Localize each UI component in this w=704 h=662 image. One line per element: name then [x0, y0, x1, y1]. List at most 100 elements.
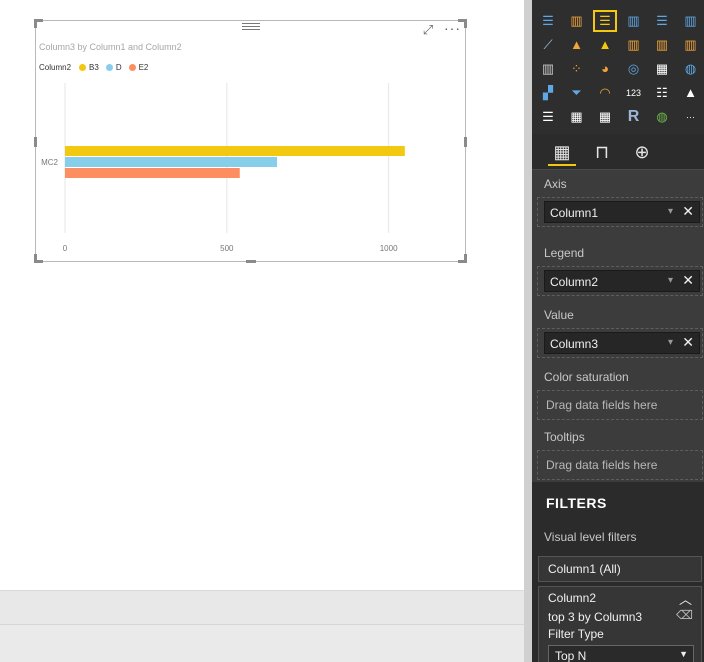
viz-glyph: ▲	[570, 37, 583, 52]
color-saturation-well[interactable]: Drag data fields here	[537, 390, 703, 420]
matrix-icon[interactable]: ▦	[595, 108, 615, 126]
clustered-bar-chart-icon[interactable]: ☰	[593, 10, 617, 32]
legend-item-e2[interactable]: E2	[128, 63, 148, 72]
value-field-label: Column3	[550, 337, 599, 351]
collapse-icon[interactable]: ︿	[679, 589, 692, 608]
pie-chart-icon[interactable]: ◕	[595, 60, 615, 78]
legend-item-d[interactable]: D	[105, 63, 122, 72]
filter-card-label: Column1 (All)	[548, 562, 621, 576]
viz-glyph: ⁘	[571, 61, 582, 76]
map-icon[interactable]: ◍	[681, 60, 701, 78]
viz-glyph: ···	[686, 112, 695, 122]
chevron-down-icon[interactable]: ▾	[668, 275, 673, 286]
line-and-stacked-column-chart-icon[interactable]: ▥	[624, 36, 644, 54]
viz-glyph: ▦	[598, 109, 612, 124]
chevron-down-icon[interactable]: ▾	[668, 337, 673, 348]
value-field-pill[interactable]: Column3 ▾ ✕	[544, 332, 700, 354]
r-visual-icon[interactable]: R	[624, 108, 644, 126]
value-well[interactable]: Column3 ▾ ✕	[537, 328, 703, 358]
clustered-bar-chart-visual[interactable]: ⤢ ··· Column3 by Column1 and Column2 Col…	[34, 19, 467, 263]
globe-icon[interactable]: ◍	[652, 108, 672, 126]
slicer-icon[interactable]: ☰	[538, 108, 558, 126]
legend-item-b3[interactable]: B3	[79, 63, 99, 72]
funnel-icon[interactable]: ⏷	[567, 84, 587, 102]
line-and-clustered-column-chart-icon[interactable]: ▥	[652, 36, 672, 54]
legend-label: B3	[89, 63, 99, 72]
format-paint-roller-icon[interactable]: ⊓	[588, 138, 616, 166]
stacked-bar-chart-icon[interactable]: ☰	[538, 12, 558, 30]
ribbon-chart-icon[interactable]: ▥	[681, 36, 701, 54]
tooltips-well-label: Tooltips	[544, 430, 585, 444]
viz-glyph: ▥	[570, 13, 583, 28]
gauge-icon[interactable]: ◠	[595, 84, 615, 102]
viz-glyph: ☰	[599, 13, 611, 28]
resize-handle-top-left[interactable]	[34, 19, 43, 28]
viz-glyph: R	[627, 108, 640, 125]
100-stacked-bar-chart-icon[interactable]: ☰	[652, 12, 672, 30]
more-visuals-icon[interactable]: ···	[681, 108, 701, 126]
filter-type-select[interactable]: Top N ▼	[548, 645, 694, 662]
filters-title: FILTERS	[546, 495, 607, 511]
status-bar	[0, 624, 524, 662]
remove-icon[interactable]: ✕	[682, 334, 694, 351]
focus-mode-icon[interactable]: ⤢	[421, 23, 435, 37]
more-options-icon[interactable]: ···	[444, 21, 462, 35]
remove-icon[interactable]: ✕	[682, 272, 694, 289]
stacked-column-chart-icon[interactable]: ▥	[567, 12, 587, 30]
viz-glyph: ☰	[542, 13, 554, 28]
report-canvas: ⤢ ··· Column3 by Column1 and Column2 Col…	[0, 0, 524, 590]
100-stacked-column-chart-icon[interactable]: ▥	[681, 12, 701, 30]
donut-chart-icon[interactable]: ◎	[624, 60, 644, 78]
drop-zone-placeholder: Drag data fields here	[546, 458, 658, 472]
line-chart-icon[interactable]: ⟋	[538, 36, 558, 54]
drag-handle-icon[interactable]	[242, 23, 260, 33]
multi-row-card-icon[interactable]: ☷	[652, 84, 672, 102]
viz-glyph: ☷	[656, 85, 668, 100]
clear-filter-eraser-icon[interactable]: ⌫	[676, 608, 693, 622]
table-icon[interactable]: ▦	[567, 108, 587, 126]
canvas-scrollbar[interactable]	[524, 0, 532, 662]
treemap-icon[interactable]: ▦	[652, 60, 672, 78]
legend-label: D	[115, 63, 122, 72]
y-category-label: MC2	[41, 158, 58, 167]
kpi-icon[interactable]: ▲	[681, 84, 701, 102]
filter-card-label: Column2	[548, 591, 597, 605]
bar-e2	[65, 168, 240, 178]
waterfall-chart-icon[interactable]: ▥	[538, 60, 558, 78]
viz-glyph: ⏷	[571, 85, 582, 100]
visual-level-filters-label: Visual level filters	[544, 530, 637, 544]
legend-well[interactable]: Column2 ▾ ✕	[537, 266, 703, 296]
filled-map-icon[interactable]: ▞	[538, 84, 558, 102]
filter-card-column2[interactable]: Column2 ︿ top 3 by Column3 ⌫ Filter Type…	[538, 586, 702, 662]
remove-icon[interactable]: ✕	[682, 203, 694, 220]
axis-field-label: Column1	[550, 206, 599, 220]
card-icon[interactable]: 123	[624, 84, 644, 102]
tooltips-well[interactable]: Drag data fields here	[537, 450, 703, 480]
legend-swatch	[79, 64, 87, 71]
stacked-area-chart-icon[interactable]: ▲	[595, 36, 615, 54]
viz-glyph: ◕	[601, 61, 609, 76]
viz-glyph: ◍	[684, 61, 697, 76]
viz-glyph: ◠	[599, 85, 611, 100]
legend-swatch	[105, 64, 113, 71]
chart-title: Column3 by Column1 and Column2	[39, 42, 182, 52]
axis-well[interactable]: Column1 ▾ ✕	[537, 197, 703, 227]
legend-title: Column2	[39, 63, 72, 72]
filter-card-column1[interactable]: Column1 (All)	[538, 556, 702, 582]
scatter-chart-icon[interactable]: ⁘	[567, 60, 587, 78]
chevron-down-icon[interactable]: ▾	[668, 206, 673, 217]
axis-field-pill[interactable]: Column1 ▾ ✕	[544, 201, 700, 223]
viz-glyph: ▲	[684, 85, 697, 100]
viz-glyph: ▥	[541, 61, 555, 76]
viz-glyph: ▥	[684, 37, 697, 52]
fields-tab-icon[interactable]: ▦	[548, 138, 576, 166]
legend-field-pill[interactable]: Column2 ▾ ✕	[544, 270, 700, 292]
viz-glyph: ▦	[655, 61, 669, 76]
clustered-column-chart-icon[interactable]: ▥	[624, 12, 644, 30]
analytics-magnifier-icon[interactable]: ⊕	[628, 138, 656, 166]
viz-glyph: ⟋	[543, 37, 553, 52]
viz-glyph: ▥	[655, 37, 669, 52]
area-chart-icon[interactable]: ▲	[567, 36, 587, 54]
chart-plot-area: 0 500 1000 MC2	[41, 83, 405, 253]
viz-glyph: ▥	[627, 37, 640, 52]
